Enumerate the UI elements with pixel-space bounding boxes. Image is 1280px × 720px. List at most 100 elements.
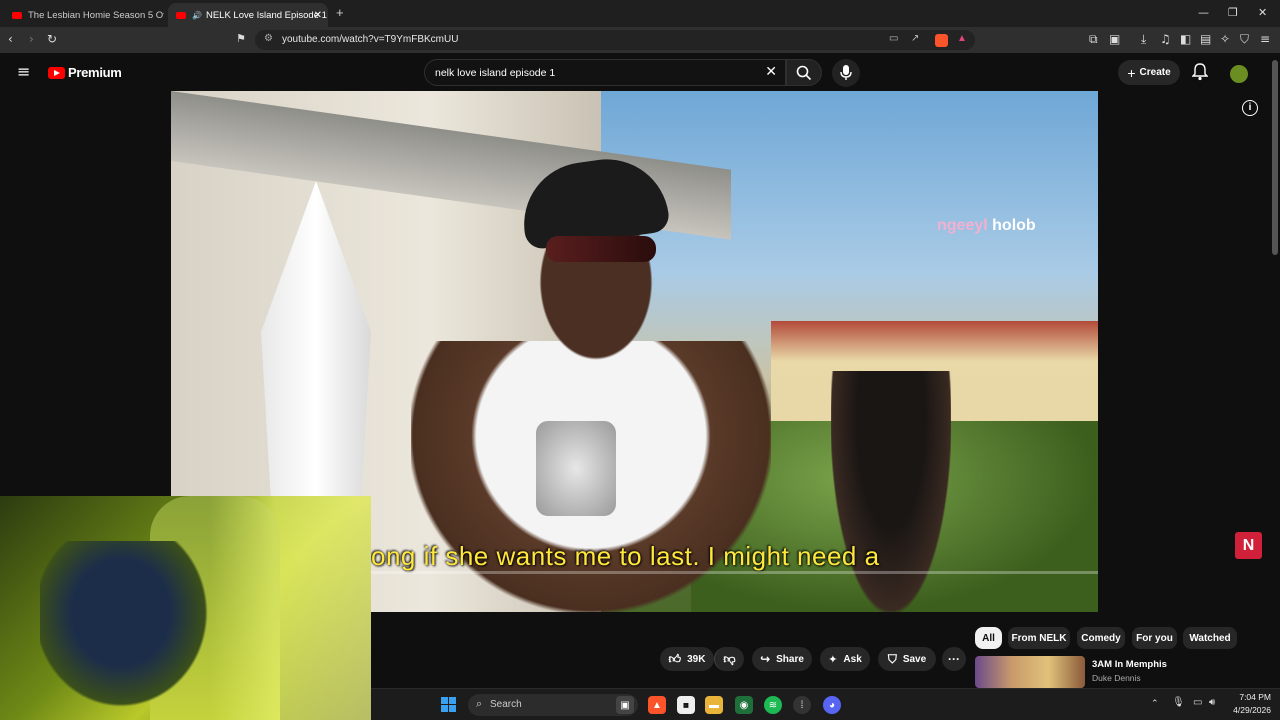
cast-icon[interactable]: ▭ <box>889 33 898 44</box>
create-button[interactable]: + Create <box>1118 60 1180 85</box>
ask-label: Ask <box>843 653 862 665</box>
chain-pendant <box>536 421 616 516</box>
file-explorer-icon[interactable]: ▬ <box>705 696 723 714</box>
browser-tab-strip: The Lesbian Homie Season 5 Officia 🔊 NEL… <box>0 0 1280 27</box>
share-page-icon[interactable]: ↗ <box>911 33 919 44</box>
hamburger-menu-icon[interactable]: ≡ <box>17 62 30 81</box>
microphone-icon <box>840 65 852 80</box>
brave-rewards-icon[interactable]: ▲ <box>957 33 967 44</box>
like-button[interactable]: 👍︎ 39K <box>660 647 714 671</box>
save-button[interactable]: ⛉ Save <box>878 647 936 671</box>
task-view-icon[interactable]: ▣ <box>616 696 634 714</box>
ask-button[interactable]: ✦ Ask <box>820 647 870 671</box>
search-query-text: nelk love island episode 1 <box>435 67 556 79</box>
tab-close-icon[interactable]: ✕ <box>314 10 322 21</box>
clear-search-icon[interactable]: ✕ <box>765 64 777 80</box>
notifications-bell-icon[interactable] <box>1192 63 1208 81</box>
extensions-icon[interactable]: ⧉ <box>1089 32 1098 47</box>
restore-icon[interactable]: ❐ <box>1228 6 1238 19</box>
recommended-channel: Duke Dennis <box>1092 673 1141 683</box>
address-bar[interactable]: ⚙ youtube.com/watch?v=T9YmFBKcmUU ▭ ↗ ▲ <box>255 30 975 50</box>
leo-ai-icon[interactable]: ✧ <box>1220 32 1230 46</box>
youtube-header: ≡ Premium nelk love island episode 1 ✕ +… <box>0 53 1280 91</box>
youtube-play-logo-icon <box>48 66 65 79</box>
url-text: youtube.com/watch?v=T9YmFBKcmUU <box>282 34 459 45</box>
site-settings-icon[interactable]: ⚙ <box>264 33 273 44</box>
background-person <box>831 371 951 612</box>
share-button[interactable]: ↪ Share <box>752 647 812 671</box>
new-tab-button[interactable]: + <box>336 5 344 20</box>
sunglasses <box>546 236 656 262</box>
share-icon: ↪ <box>760 652 771 666</box>
premium-label: Premium <box>68 65 122 80</box>
chip-for-you[interactable]: For you <box>1132 627 1177 649</box>
taskbar-date: 4/29/2026 <box>1233 705 1271 715</box>
dislike-button[interactable]: 👎︎ <box>714 647 744 671</box>
bookmark-icon[interactable]: ⚑ <box>236 32 246 45</box>
name-overlay: ngeeyl holob <box>937 217 1036 235</box>
app-icon[interactable]: ▦ <box>677 696 695 714</box>
recommended-thumbnail <box>975 656 1085 688</box>
more-dots-icon: ··· <box>948 652 960 666</box>
network-icon[interactable]: ▭ <box>1193 697 1202 708</box>
show-hidden-icons-icon[interactable]: ⌃ <box>1151 698 1159 709</box>
brave-shield-icon[interactable] <box>935 34 948 47</box>
microphone-tray-icon[interactable]: 🎙︎ <box>1172 697 1185 708</box>
plus-icon: + <box>1127 64 1136 81</box>
downloads-icon[interactable]: ⤓ <box>1141 32 1146 47</box>
forward-icon[interactable]: › <box>29 32 34 46</box>
app-dots-icon[interactable]: ⁞ <box>793 696 811 714</box>
streamer-webcam-overlay <box>0 496 371 720</box>
windows-start-icon[interactable] <box>441 697 456 712</box>
spotify-icon[interactable]: ≋ <box>764 696 782 714</box>
avatar[interactable] <box>1230 65 1248 83</box>
window-light <box>210 496 371 720</box>
chip-all[interactable]: All <box>975 627 1002 649</box>
taskbar-search[interactable]: ⌕ Search <box>468 694 638 716</box>
browser-tab-lesbian-homie[interactable]: The Lesbian Homie Season 5 Officia <box>4 3 164 27</box>
share-label: Share <box>776 653 804 665</box>
page-scrollbar[interactable] <box>1272 60 1278 255</box>
info-icon[interactable]: i <box>1242 100 1258 116</box>
save-label: Save <box>902 653 927 665</box>
sidebar-icon[interactable]: ◧ <box>1180 32 1191 46</box>
browser-toolbar: ‹ › ↻ ⚑ ⚙ youtube.com/watch?v=T9YmFBKcmU… <box>0 27 1280 53</box>
video-subtitle: ong if she wants me to last. I might nee… <box>371 541 880 571</box>
sparkle-icon: ✦ <box>828 652 838 666</box>
back-icon[interactable]: ‹ <box>8 32 13 46</box>
recommended-video[interactable]: 3AM In Memphis Duke Dennis <box>975 656 1275 688</box>
menu-icon[interactable]: ≡ <box>1260 32 1270 46</box>
minimize-icon[interactable]: — <box>1198 6 1209 19</box>
taskbar-time: 7:04 PM <box>1239 692 1271 702</box>
nelk-brand-badge: N <box>1235 532 1262 559</box>
windows-taskbar: ⌕ Search ▣ ▲ ▦ ▬ ◉ ≋ ⁞ ◕ ⌃ 🎙︎ ▭ 🔊︎ 7:04 … <box>371 688 1280 720</box>
voice-search-button[interactable] <box>832 59 860 87</box>
window-close-icon[interactable]: ✕ <box>1258 6 1267 19</box>
youtube-favicon <box>176 11 186 19</box>
media-icon[interactable]: ♫ <box>1160 32 1171 46</box>
save-bookmark-icon: ⛉ <box>887 651 897 666</box>
reload-icon[interactable]: ↻ <box>47 32 57 46</box>
youtube-premium-logo[interactable]: Premium <box>48 65 122 80</box>
vpn-icon[interactable]: ⛉ <box>1240 32 1249 47</box>
name-overlay-part-2: holob <box>992 217 1036 234</box>
discord-icon[interactable]: ◕ <box>823 696 841 714</box>
browser-tab-nelk-love-island[interactable]: 🔊 NELK Love Island Episode 1 | ✕ <box>168 3 328 27</box>
chat-app-icon[interactable]: ◉ <box>735 696 753 714</box>
taskbar-search-icon: ⌕ <box>476 697 483 710</box>
wallet-extension-icon[interactable]: ▤ <box>1200 32 1211 46</box>
chip-comedy[interactable]: Comedy <box>1077 627 1125 649</box>
recommended-title: 3AM In Memphis <box>1092 659 1167 670</box>
wallet-icon[interactable]: ▣ <box>1109 32 1120 46</box>
speaker-icon: 🔊 <box>192 10 202 20</box>
search-button[interactable] <box>786 59 822 86</box>
chip-from-nelk[interactable]: From NELK <box>1008 627 1070 649</box>
brave-browser-icon[interactable]: ▲ <box>648 696 666 714</box>
search-input[interactable]: nelk love island episode 1 ✕ <box>424 59 786 86</box>
chip-watched[interactable]: Watched <box>1183 627 1237 649</box>
volume-icon[interactable]: 🔊︎ <box>1209 697 1215 708</box>
more-actions-button[interactable]: ··· <box>942 647 966 671</box>
streamer-silhouette <box>40 541 220 720</box>
like-count: 39K <box>687 653 706 665</box>
tab-title: NELK Love Island Episode 1 | <box>205 9 328 21</box>
